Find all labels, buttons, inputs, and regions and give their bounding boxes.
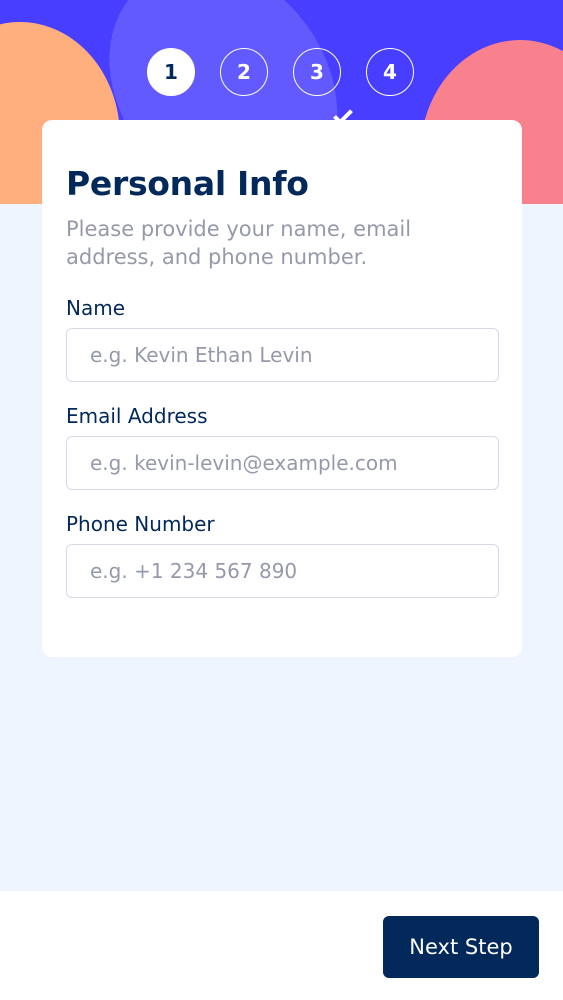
step-2[interactable]: 2 — [220, 48, 268, 96]
page-subtitle: Please provide your name, email address,… — [66, 217, 412, 269]
form-card: Personal Info Please provide your name, … — [42, 120, 522, 657]
email-field-group: Email Address — [66, 404, 499, 490]
name-field-group: Name — [66, 296, 499, 382]
page: 1 2 3 4 Personal Info Please provide you… — [0, 0, 563, 1000]
step-indicator: 1 2 3 4 — [147, 48, 414, 96]
next-step-button[interactable]: Next Step — [383, 916, 539, 978]
step-3[interactable]: 3 — [293, 48, 341, 96]
name-input[interactable] — [66, 328, 499, 382]
name-label: Name — [66, 296, 126, 320]
step-1[interactable]: 1 — [147, 48, 195, 96]
footer-bar: Next Step — [0, 891, 563, 1000]
page-title: Personal Info — [66, 164, 309, 203]
email-input[interactable] — [66, 436, 499, 490]
phone-field-group: Phone Number — [66, 512, 499, 598]
email-label: Email Address — [66, 404, 208, 428]
phone-label: Phone Number — [66, 512, 215, 536]
step-4[interactable]: 4 — [366, 48, 414, 96]
phone-input[interactable] — [66, 544, 499, 598]
